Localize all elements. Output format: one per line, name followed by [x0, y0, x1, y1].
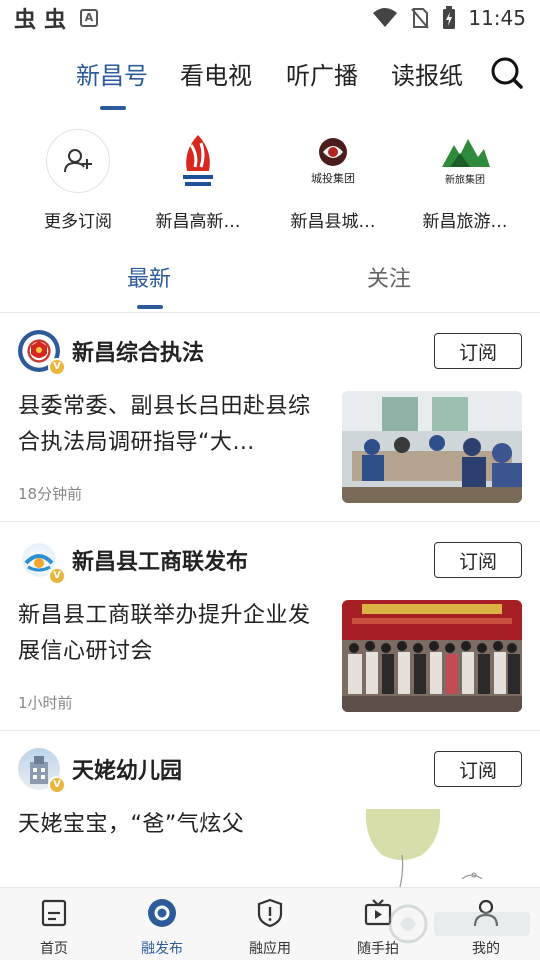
subscribe-button[interactable]: 订阅: [434, 333, 522, 369]
article-thumbnail[interactable]: [342, 600, 522, 712]
tab-indicator: [100, 106, 126, 110]
subscription-xinchang-chengtou[interactable]: 城投集团 新昌县城…: [268, 125, 398, 232]
verified-badge: V: [48, 358, 66, 376]
verified-badge: V: [48, 567, 66, 585]
article-time: 18分钟前: [18, 485, 83, 503]
publish-icon: [148, 899, 176, 927]
nav-label: 首页: [40, 941, 68, 957]
article-title[interactable]: 天姥宝宝，“爸”气炫父: [18, 807, 318, 843]
nav-home[interactable]: 首页: [0, 894, 108, 958]
subscription-xinchang-gaoxin[interactable]: 新昌高新…: [133, 125, 263, 232]
status-bar-left: 虫 虫 A: [14, 2, 99, 34]
nav-publish[interactable]: 融发布: [108, 894, 216, 958]
avatar[interactable]: V: [18, 748, 66, 794]
subscription-name: 新昌高新…: [155, 212, 241, 232]
article-title[interactable]: 新昌县工商联举办提升企业发展信心研讨会: [18, 598, 318, 670]
subscribe-button[interactable]: 订阅: [434, 542, 522, 578]
verified-badge: V: [48, 776, 66, 794]
more-subscriptions[interactable]: 更多订阅: [13, 125, 143, 232]
wifi-icon: [373, 8, 398, 27]
top-tab-bar: 新昌号 看电视 听广播 读报纸: [0, 48, 540, 118]
notification-icon-2: 虫: [44, 8, 67, 33]
avatar[interactable]: V: [18, 539, 66, 585]
card-header: V 新昌县工商联发布 订阅: [18, 538, 522, 585]
subscription-name: 更多订阅: [44, 212, 112, 232]
tourism-logo: 新旅集团: [433, 129, 497, 193]
shield-app-icon: [257, 898, 283, 928]
nav-apps[interactable]: 融应用: [216, 894, 324, 958]
subscription-xinchang-tourism[interactable]: 新旅集团 新昌旅游…: [400, 125, 530, 232]
chengtou-logo-text: 城投集团: [311, 172, 355, 185]
tab-watch-tv[interactable]: 看电视: [180, 56, 252, 91]
tab-latest[interactable]: 最新: [127, 261, 171, 293]
avatar[interactable]: V: [18, 330, 66, 376]
tab-read-newspaper[interactable]: 读报纸: [391, 56, 463, 91]
news-card[interactable]: V 新昌综合执法 订阅 县委常委、副县长吕田赴县综合执法局调研指导“大… 18分…: [0, 313, 540, 522]
notification-icon-1: 虫: [14, 8, 37, 33]
news-card[interactable]: V 新昌县工商联发布 订阅 新昌县工商联举办提升企业发展信心研讨会 1小时前: [0, 522, 540, 731]
battery-charging-icon: [443, 6, 456, 29]
article-time: 1小时前: [18, 694, 73, 712]
source-name[interactable]: 新昌县工商联发布: [72, 544, 248, 576]
feed-tab-bar: 最新 关注: [0, 255, 540, 313]
status-bar-right: 11:45: [372, 6, 526, 30]
article-title[interactable]: 县委常委、副县长吕田赴县综合执法局调研指导“大…: [18, 389, 318, 461]
article-thumbnail[interactable]: [342, 809, 522, 887]
subscribe-button[interactable]: 订阅: [434, 751, 522, 787]
tab-following[interactable]: 关注: [367, 261, 411, 293]
feed-tab-indicator: [137, 305, 163, 309]
source-name[interactable]: 天姥幼儿园: [72, 753, 182, 785]
nav-label: 融发布: [141, 941, 183, 957]
tab-listen-radio[interactable]: 听广播: [286, 56, 358, 91]
nav-label: 融应用: [249, 941, 291, 957]
tab-xinchanghao[interactable]: 新昌号: [76, 56, 148, 91]
search-icon[interactable]: [490, 56, 524, 90]
gaoxin-logo: [166, 129, 230, 193]
subscription-row: 更多订阅 新昌高新… 城投集团 新昌县城… 新旅集团 新昌旅游…: [0, 125, 540, 235]
tourism-logo-text: 新旅集团: [445, 174, 485, 186]
watermark-logo: [388, 904, 530, 944]
home-doc-icon: [41, 899, 67, 927]
card-header: V 天姥幼儿园 订阅: [18, 747, 522, 794]
source-name[interactable]: 新昌综合执法: [72, 335, 204, 367]
chengtou-logo: 城投集团: [301, 129, 365, 193]
clock: 11:45: [468, 6, 526, 30]
emblem-icon: [31, 341, 47, 358]
subscription-name: 新昌旅游…: [422, 212, 508, 232]
subscription-name: 新昌县城…: [290, 212, 376, 232]
status-bar: 虫 虫 A 11:45: [0, 0, 540, 36]
article-thumbnail[interactable]: [342, 391, 522, 503]
card-header: V 新昌综合执法 订阅: [18, 329, 522, 376]
no-sim-icon: [411, 8, 430, 29]
news-card[interactable]: V 天姥幼儿园 订阅 天姥宝宝，“爸”气炫父: [0, 731, 540, 887]
add-person-icon: [46, 129, 110, 193]
keyboard-a-icon: A: [80, 9, 99, 27]
